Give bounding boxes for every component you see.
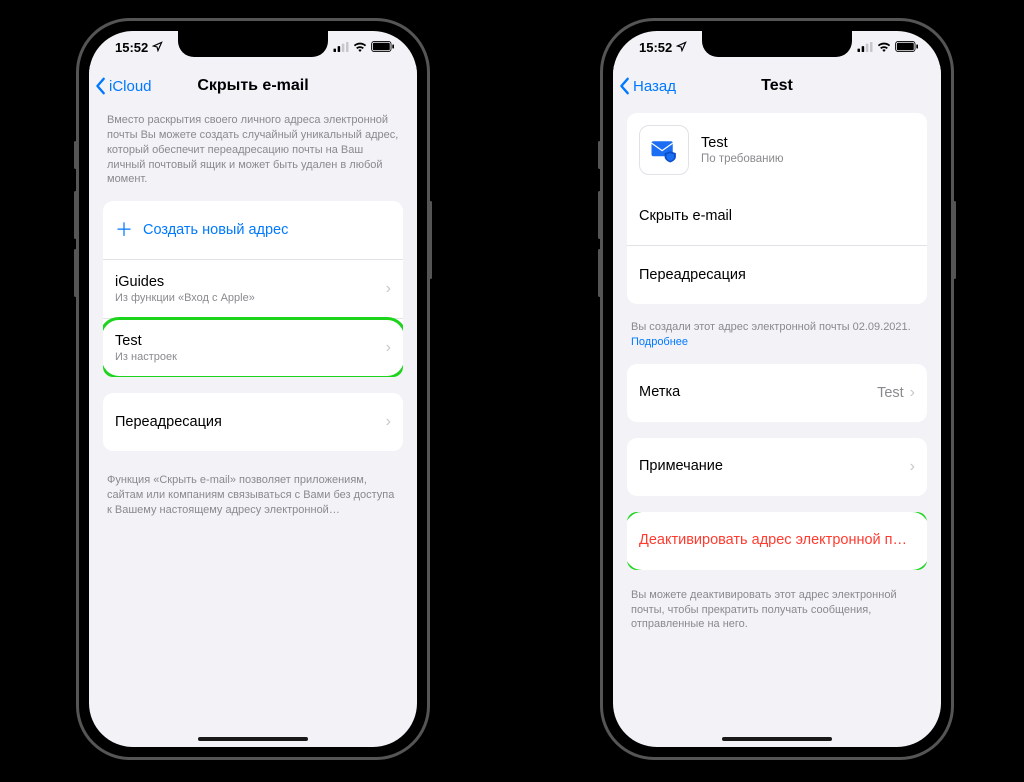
deactivate-button[interactable]: Деактивировать адрес электронной п… bbox=[627, 512, 927, 570]
more-link[interactable]: Подробнее bbox=[631, 336, 688, 348]
list-item-title: iGuides bbox=[115, 274, 386, 291]
status-time: 15:52 bbox=[115, 40, 148, 55]
volume-up-button bbox=[74, 191, 77, 239]
side-button bbox=[74, 141, 77, 169]
hide-email-label: Скрыть e-mail bbox=[639, 208, 915, 225]
label-value: Test bbox=[877, 385, 904, 401]
home-indicator[interactable] bbox=[722, 737, 832, 741]
list-item-title: Test bbox=[115, 333, 386, 350]
footer-text: Вы можете деактивировать этот адрес элек… bbox=[627, 586, 927, 647]
forward-label: Переадресация bbox=[115, 414, 386, 431]
stage: 15:52 bbox=[0, 0, 1024, 782]
address-item-iguides[interactable]: iGuides Из функции «Вход с Apple» › bbox=[103, 259, 403, 318]
status-left: 15:52 bbox=[115, 37, 163, 57]
hide-email-row[interactable]: Скрыть e-mail bbox=[627, 187, 927, 245]
header-card: Test По требованию bbox=[627, 113, 927, 187]
volume-down-button bbox=[598, 249, 601, 297]
chevron-right-icon: › bbox=[910, 459, 915, 475]
header-card-meta: Test По требованию bbox=[701, 135, 784, 165]
battery-icon bbox=[895, 40, 919, 55]
cell-signal-icon bbox=[333, 40, 349, 55]
list-item-sub: Из настроек bbox=[115, 351, 386, 364]
back-label: iCloud bbox=[109, 78, 152, 95]
forward-label: Переадресация bbox=[639, 267, 915, 284]
card-sub: По требованию bbox=[701, 153, 784, 165]
header-card-group: Test По требованию Скрыть e-mail Переадр… bbox=[627, 113, 927, 304]
content-left: Вместо раскрытия своего личного адреса э… bbox=[89, 107, 417, 747]
nav-bar: Назад Test bbox=[613, 65, 941, 108]
page-title: Test bbox=[761, 77, 793, 95]
screen-left: 15:52 bbox=[89, 31, 417, 747]
label-row[interactable]: Метка Test › bbox=[627, 364, 927, 422]
create-address-label: Создать новый адрес bbox=[143, 222, 391, 239]
volume-down-button bbox=[74, 249, 77, 297]
forward-row[interactable]: Переадресация bbox=[627, 245, 927, 304]
label-title: Метка bbox=[639, 384, 877, 401]
volume-up-button bbox=[598, 191, 601, 239]
back-label: Назад bbox=[633, 78, 676, 95]
power-button bbox=[429, 201, 432, 279]
status-left: 15:52 bbox=[639, 37, 687, 57]
label-group: Метка Test › bbox=[627, 364, 927, 422]
card-title: Test bbox=[701, 135, 784, 151]
chevron-right-icon: › bbox=[386, 340, 391, 356]
forward-row[interactable]: Переадресация › bbox=[103, 393, 403, 451]
intro-text: Вместо раскрытия своего личного адреса э… bbox=[103, 107, 403, 201]
plus-icon: ＋ bbox=[115, 221, 133, 239]
deactivate-group: Деактивировать адрес электронной п… bbox=[627, 512, 927, 570]
side-button bbox=[598, 141, 601, 169]
content-right: Test По требованию Скрыть e-mail Переадр… bbox=[613, 113, 941, 747]
screen-right: 15:52 bbox=[613, 31, 941, 747]
wifi-icon bbox=[877, 40, 891, 55]
deactivate-label: Деактивировать адрес электронной п… bbox=[639, 532, 915, 549]
notch bbox=[702, 31, 852, 57]
notch bbox=[178, 31, 328, 57]
forward-group: Переадресация › bbox=[103, 393, 403, 451]
chevron-right-icon: › bbox=[910, 385, 915, 401]
status-time: 15:52 bbox=[639, 40, 672, 55]
status-right bbox=[857, 37, 919, 57]
status-right bbox=[333, 37, 395, 57]
battery-icon bbox=[371, 40, 395, 55]
created-note-block: Вы создали этот адрес электронной почты … bbox=[627, 320, 927, 364]
back-button[interactable]: Назад bbox=[619, 65, 676, 107]
create-address-button[interactable]: ＋ Создать новый адрес bbox=[103, 201, 403, 259]
back-button[interactable]: iCloud bbox=[95, 65, 152, 107]
mail-shield-icon bbox=[639, 125, 689, 175]
cell-signal-icon bbox=[857, 40, 873, 55]
note-title: Примечание bbox=[639, 458, 910, 475]
wifi-icon bbox=[353, 40, 367, 55]
home-indicator[interactable] bbox=[198, 737, 308, 741]
chevron-right-icon: › bbox=[386, 281, 391, 297]
note-group: Примечание › bbox=[627, 438, 927, 496]
list-item-sub: Из функции «Вход с Apple» bbox=[115, 292, 386, 305]
location-arrow-icon bbox=[676, 40, 687, 55]
nav-bar: iCloud Скрыть e-mail bbox=[89, 65, 417, 108]
location-arrow-icon bbox=[152, 40, 163, 55]
created-note: Вы создали этот адрес электронной почты … bbox=[631, 321, 911, 333]
page-title: Скрыть e-mail bbox=[197, 77, 308, 95]
note-row[interactable]: Примечание › bbox=[627, 438, 927, 496]
power-button bbox=[953, 201, 956, 279]
address-item-test[interactable]: Test Из настроек › bbox=[103, 318, 403, 377]
phone-frame-right: 15:52 bbox=[600, 18, 954, 760]
footer-text: Функция «Скрыть e-mail» позволяет прилож… bbox=[103, 467, 403, 532]
phone-frame-left: 15:52 bbox=[76, 18, 430, 760]
address-group: ＋ Создать новый адрес iGuides Из функции… bbox=[103, 201, 403, 377]
chevron-right-icon: › bbox=[386, 414, 391, 430]
